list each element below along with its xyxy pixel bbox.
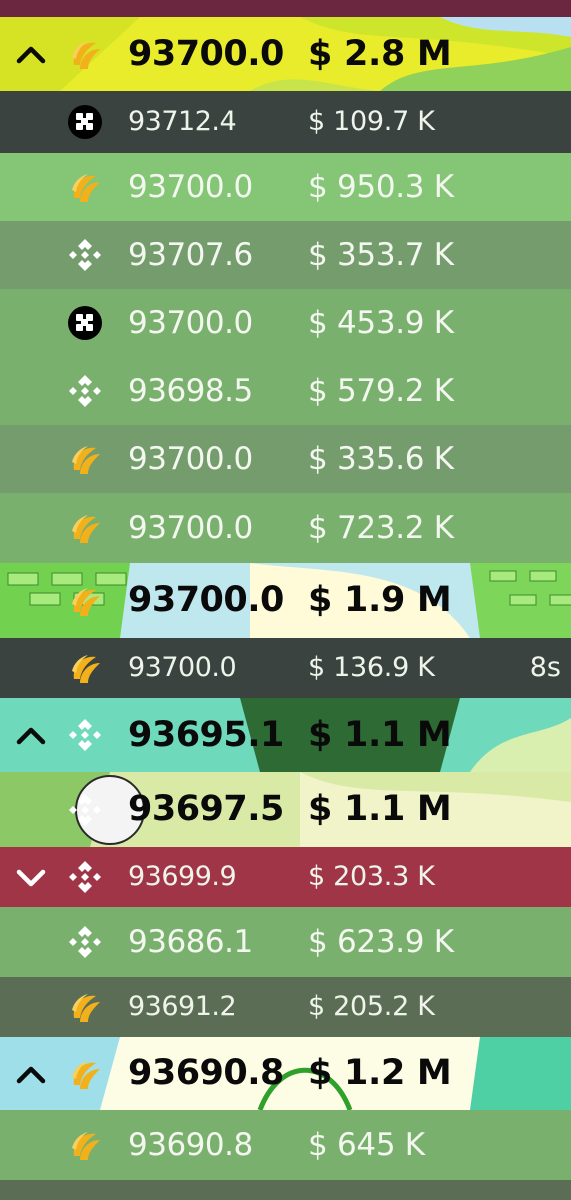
trade-row[interactable]: 93699.9 $ 203.3 K: [0, 847, 571, 907]
trade-row[interactable]: 93695.1 $ 1.1 M: [0, 698, 571, 772]
trade-amount: $ 579.2 K: [308, 373, 454, 409]
top-partial-row: [0, 0, 571, 17]
row-background: [0, 0, 571, 17]
trade-row[interactable]: 93700.0 $ 1.9 M: [0, 563, 571, 638]
bottom-partial-row: [0, 1180, 571, 1200]
hyperliquid-icon: [66, 1055, 104, 1093]
trade-price: 93700.0: [128, 652, 237, 683]
arrow-up-icon: [14, 37, 48, 71]
binance-icon: [66, 923, 104, 961]
trade-row[interactable]: 93697.5 $ 1.1 M: [0, 772, 571, 847]
trade-price: 93697.5: [128, 789, 284, 829]
trade-price: 93700.0: [128, 305, 253, 341]
trade-row[interactable]: 93700.0 $ 136.9 K 8s: [0, 638, 571, 698]
trade-row[interactable]: 93690.8 $ 1.2 M: [0, 1037, 571, 1110]
hyperliquid-icon: [66, 1126, 104, 1164]
trade-time: 8s: [529, 652, 561, 683]
trade-price: 93691.2: [128, 991, 237, 1022]
arrow-up-icon: [14, 718, 48, 752]
trade-amount: $ 1.2 M: [308, 1053, 452, 1093]
hyperliquid-icon: [66, 509, 104, 547]
trade-amount: $ 723.2 K: [308, 510, 454, 546]
okx-icon: [66, 103, 104, 141]
trade-price: 93700.0: [128, 510, 253, 546]
trade-price: 93700.0: [128, 34, 284, 74]
arrow-up-icon: [14, 1057, 48, 1091]
trade-row[interactable]: 93686.1 $ 623.9 K: [0, 907, 571, 977]
trade-price: 93698.5: [128, 373, 253, 409]
trade-amount: $ 353.7 K: [308, 237, 454, 273]
trade-price: 93686.1: [128, 924, 253, 960]
trade-amount: $ 203.3 K: [308, 861, 435, 892]
trade-row[interactable]: 93707.6 $ 353.7 K: [0, 221, 571, 289]
trade-price: 93699.9: [128, 861, 237, 892]
trade-amount: $ 335.6 K: [308, 441, 454, 477]
hyperliquid-icon: [66, 35, 104, 73]
trade-amount: $ 109.7 K: [308, 106, 435, 137]
trade-row[interactable]: 93698.5 $ 579.2 K: [0, 357, 571, 425]
trade-price: 93700.0: [128, 580, 284, 620]
trade-price: 93700.0: [128, 441, 253, 477]
trade-row[interactable]: 93690.8 $ 645 K: [0, 1110, 571, 1180]
trade-amount: $ 950.3 K: [308, 169, 454, 205]
trade-amount: $ 1.9 M: [308, 580, 452, 620]
trade-row[interactable]: 93700.0 $ 723.2 K: [0, 493, 571, 563]
trade-price: 93712.4: [128, 106, 237, 137]
hyperliquid-icon: [66, 649, 104, 687]
binance-icon: [66, 372, 104, 410]
trade-amount: $ 205.2 K: [308, 991, 435, 1022]
trade-feed[interactable]: 93700.0 $ 2.8 M 93712.4 $ 109.7 K 93700.0 $ 9…: [0, 0, 571, 1200]
hyperliquid-icon: [66, 988, 104, 1026]
hyperliquid-icon: [66, 440, 104, 478]
trade-amount: $ 136.9 K: [308, 652, 435, 683]
trade-amount: $ 1.1 M: [308, 789, 452, 829]
trade-price: 93700.0: [128, 169, 253, 205]
binance-icon: [66, 236, 104, 274]
trade-row[interactable]: 93700.0 $ 453.9 K: [0, 289, 571, 357]
trade-price: 93707.6: [128, 237, 253, 273]
trade-row[interactable]: 93712.4 $ 109.7 K: [0, 91, 571, 153]
row-background: [0, 1180, 571, 1200]
trade-amount: $ 645 K: [308, 1127, 425, 1163]
trade-amount: $ 2.8 M: [308, 34, 452, 74]
trade-row[interactable]: 93700.0 $ 950.3 K: [0, 153, 571, 221]
trade-amount: $ 1.1 M: [308, 715, 452, 755]
trade-price: 93695.1: [128, 715, 284, 755]
binance-icon: [66, 791, 104, 829]
trade-amount: $ 623.9 K: [308, 924, 454, 960]
trade-price: 93690.8: [128, 1053, 284, 1093]
arrow-down-icon: [14, 860, 48, 894]
trade-row[interactable]: 93691.2 $ 205.2 K: [0, 977, 571, 1037]
okx-icon: [66, 304, 104, 342]
trade-price: 93690.8: [128, 1127, 253, 1163]
binance-icon: [66, 716, 104, 754]
trade-row[interactable]: 93700.0 $ 2.8 M: [0, 17, 571, 91]
hyperliquid-icon: [66, 582, 104, 620]
binance-icon: [66, 858, 104, 896]
hyperliquid-icon: [66, 168, 104, 206]
trade-amount: $ 453.9 K: [308, 305, 454, 341]
trade-row[interactable]: 93700.0 $ 335.6 K: [0, 425, 571, 493]
